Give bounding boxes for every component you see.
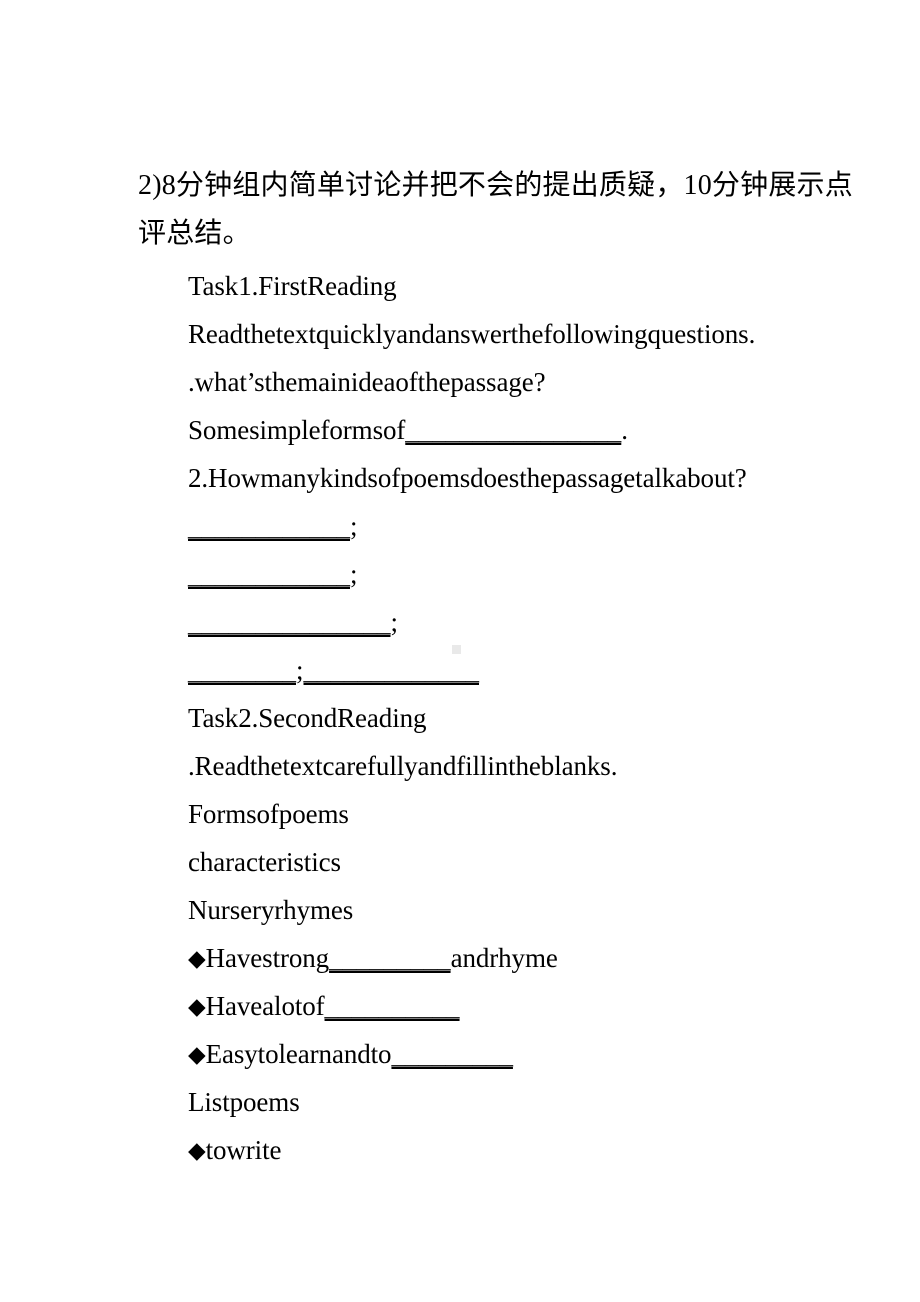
characteristic-blank: _________	[391, 1039, 513, 1069]
characteristic-blank: _________	[329, 943, 451, 973]
characteristic-text-after: andrhyme	[450, 943, 558, 973]
characteristic-text-before: Easytolearnandto	[205, 1039, 392, 1069]
characteristic-text-before: Havestrong	[205, 943, 330, 973]
document-page: 2)8分钟组内简单讨论并把不会的提出质疑，10分钟展示点 评总结。 Task1.…	[0, 0, 920, 1302]
diamond-bullet-icon: ◆	[188, 946, 206, 971]
worksheet-body: Task1.FirstReading Readthetextquicklyand…	[188, 262, 888, 1174]
answer-1-prefix: Somesimpleformsof	[188, 415, 406, 445]
answer-blank-semicolon: ;	[350, 511, 358, 541]
answer-blank-line: ________	[188, 655, 296, 685]
characteristic-item: ◆Easytolearnandto_________	[188, 1030, 888, 1078]
intro-paragraph: 2)8分钟组内简单讨论并把不会的提出质疑，10分钟展示点 评总结。	[138, 162, 853, 258]
characteristic-item: ◆towrite	[188, 1126, 888, 1174]
characteristic-text-before: Havealotof	[205, 991, 325, 1021]
task1-answer-blank-row-1: ____________;	[188, 502, 888, 550]
characteristic-text-before: towrite	[205, 1135, 282, 1165]
task2-instruction: .Readthetextcarefullyandfillintheblanks.	[188, 751, 618, 781]
task1-answer-blank-row-3: _______________;	[188, 598, 888, 646]
task1-answer-1: Somesimpleformsof________________.	[188, 406, 888, 454]
poem-group-name-list-poems: Listpoems	[188, 1087, 300, 1117]
answer-blank-line: ____________	[188, 559, 350, 589]
diamond-bullet-icon: ◆	[188, 1138, 206, 1163]
task1-heading: Task1.FirstReading	[188, 271, 397, 301]
characteristic-item: ◆Havestrong_________andrhyme	[188, 934, 888, 982]
scan-artifact	[452, 645, 461, 654]
answer-1-blank: ________________	[405, 415, 622, 445]
answer-blank-semicolon: ;	[390, 607, 399, 637]
task2-column-header-forms: Formsofpoems	[188, 799, 349, 829]
poem-group-name-nursery-rhymes: Nurseryrhymes	[188, 895, 354, 925]
task2-column-header-characteristics: characteristics	[188, 847, 341, 877]
characteristic-blank: __________	[324, 991, 460, 1021]
diamond-bullet-icon: ◆	[188, 994, 206, 1019]
task1-instruction: Readthetextquicklyandanswerthefollowingq…	[188, 319, 756, 349]
task1-question-1: .what’sthemainideaofthepassage?	[188, 367, 546, 397]
intro-line-2: 评总结。	[138, 218, 251, 249]
answer-blank-line: ____________	[188, 511, 350, 541]
task1-question-2: 2.Howmanykindsofpoemsdoesthepassagetalka…	[188, 463, 747, 493]
intro-line-1: 2)8分钟组内简单讨论并把不会的提出质疑，10分钟展示点	[138, 170, 853, 201]
answer-blank-line-second: _____________	[303, 655, 480, 685]
task2-heading: Task2.SecondReading	[188, 703, 427, 733]
task1-answer-blank-row-4: ________;_____________	[188, 646, 888, 694]
answer-blank-semicolon: ;	[296, 655, 304, 685]
characteristic-item: ◆Havealotof__________	[188, 982, 888, 1030]
answer-blank-line: _______________	[188, 607, 391, 637]
answer-blank-semicolon: ;	[350, 559, 358, 589]
answer-1-suffix: .	[621, 415, 628, 445]
diamond-bullet-icon: ◆	[188, 1042, 206, 1067]
task1-answer-blank-row-2: ____________;	[188, 550, 888, 598]
